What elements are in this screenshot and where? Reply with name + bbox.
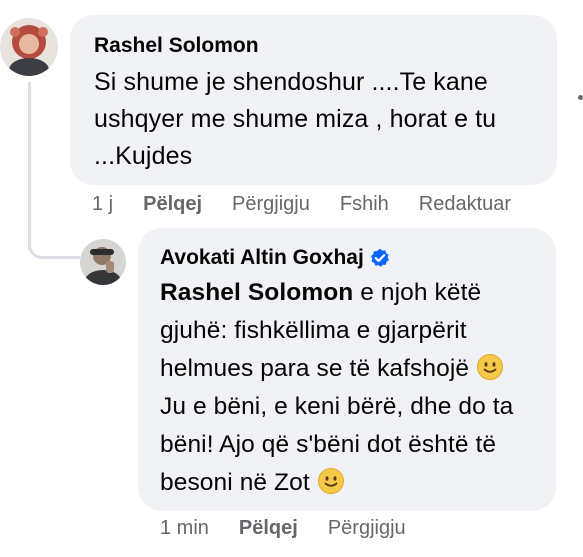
more-options-icon[interactable] <box>578 95 583 100</box>
comment-actions: 1 j Pëlqej Përgjigju Fshih Redaktuar <box>92 193 541 216</box>
like-button[interactable]: Pëlqej <box>143 193 202 216</box>
reply-button[interactable]: Përgjigju <box>232 193 310 216</box>
comment-actions: 1 min Pëlqej Përgjigju <box>160 517 436 540</box>
smiling-face-emoji-icon <box>317 467 345 495</box>
thread-line <box>28 82 31 250</box>
reply-bubble: Avokati Altin Goxhaj Rashel Solomon e nj… <box>138 228 556 511</box>
comment-thread: Rashel Solomon Si shume je shendoshur ..… <box>0 0 583 557</box>
author-name[interactable]: Rashel Solomon <box>94 32 259 60</box>
comment-author[interactable]: Rashel Solomon <box>94 32 533 60</box>
reply-button[interactable]: Përgjigju <box>328 517 406 540</box>
verified-badge-icon <box>370 248 390 268</box>
comment-author[interactable]: Avokati Altin Goxhaj <box>160 244 534 272</box>
comment-text: Rashel Solomon e njoh këtë gjuhë: fishkë… <box>160 274 534 502</box>
like-button[interactable]: Pëlqej <box>239 517 298 540</box>
edited-label: Redaktuar <box>418 193 512 215</box>
comment-text: Si shume je shendoshur ....Te kane ushqy… <box>94 68 497 170</box>
comment-bubble: Rashel Solomon Si shume je shendoshur ..… <box>70 15 557 185</box>
author-name[interactable]: Avokati Altin Goxhaj <box>160 244 364 272</box>
avatar[interactable] <box>0 18 58 76</box>
comment-timestamp[interactable]: 1 min <box>160 517 209 540</box>
avatar[interactable] <box>80 239 126 285</box>
thread-connector <box>28 226 80 259</box>
mention-link[interactable]: Rashel Solomon <box>160 279 353 306</box>
hide-button[interactable]: Fshih <box>340 193 389 216</box>
comment-timestamp[interactable]: 1 j <box>92 193 113 216</box>
smiling-face-emoji-icon <box>476 353 504 381</box>
